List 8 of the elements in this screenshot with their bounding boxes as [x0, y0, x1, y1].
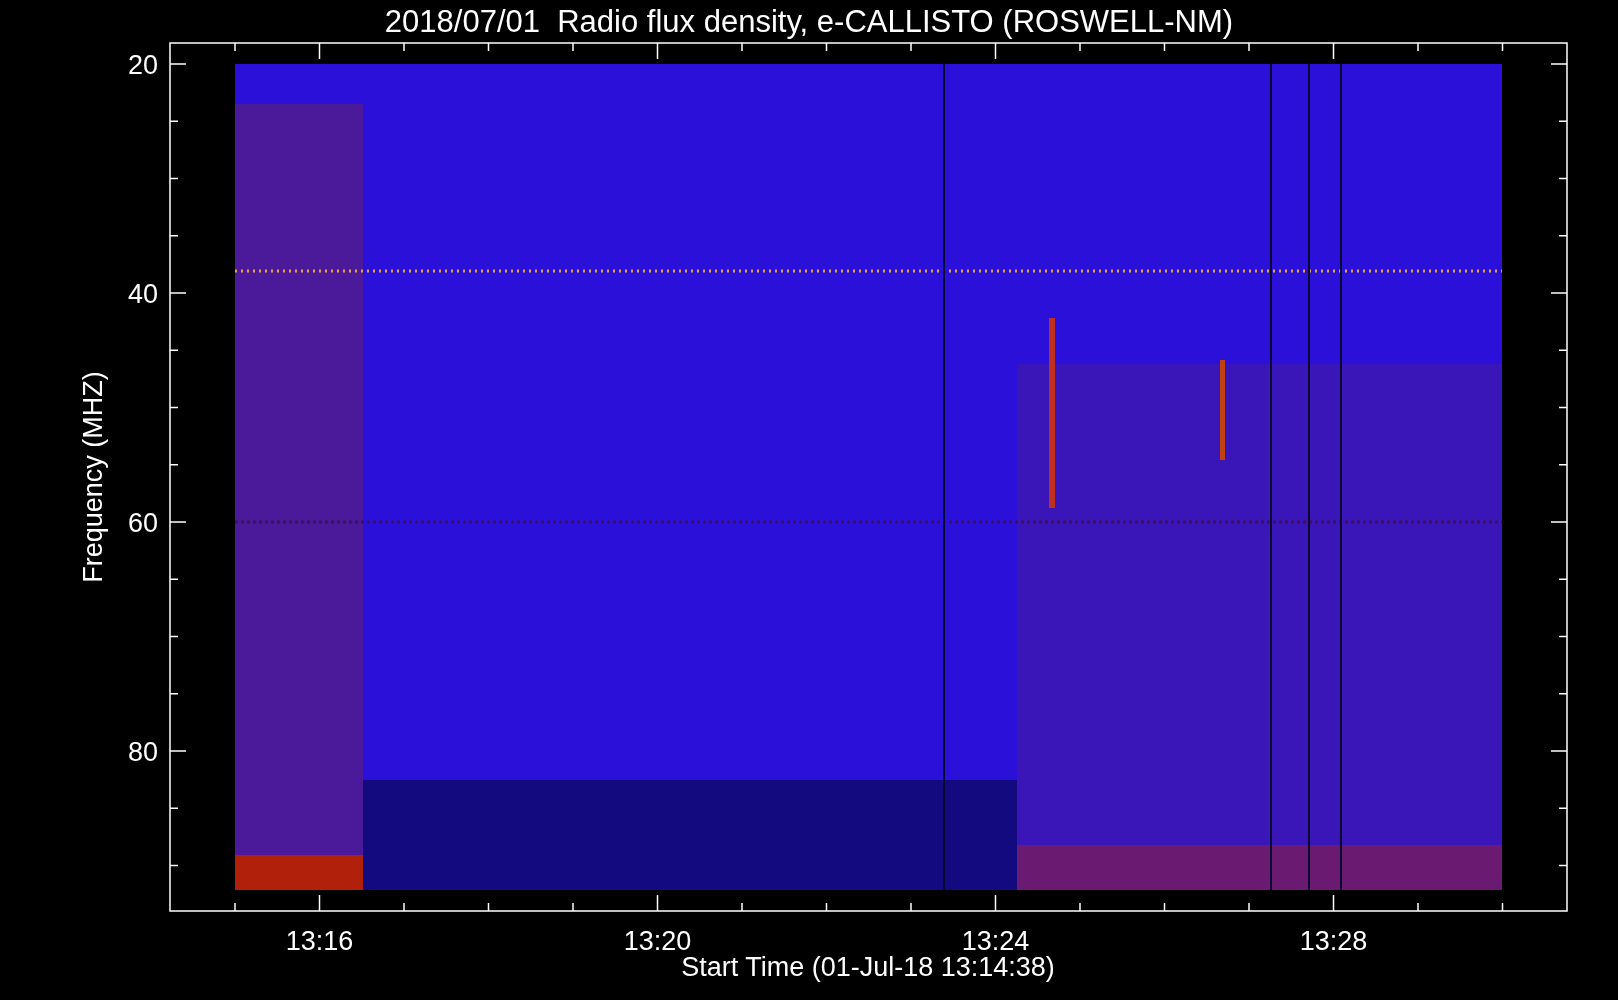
chart-title: 2018/07/01 Radio flux density, e-CALLISTO (ROSWELL-NM) [384, 4, 1234, 39]
y-tick-label: 40 [127, 279, 158, 309]
x-tick-label: 13:28 [1299, 926, 1368, 956]
y-tick-label: 20 [127, 50, 158, 80]
y-axis-label: Frequency (MHZ) [78, 371, 108, 583]
y-tick-label: 60 [127, 508, 158, 538]
x-tick-label: 13:16 [285, 926, 354, 956]
y-tick-label: 80 [127, 737, 158, 767]
